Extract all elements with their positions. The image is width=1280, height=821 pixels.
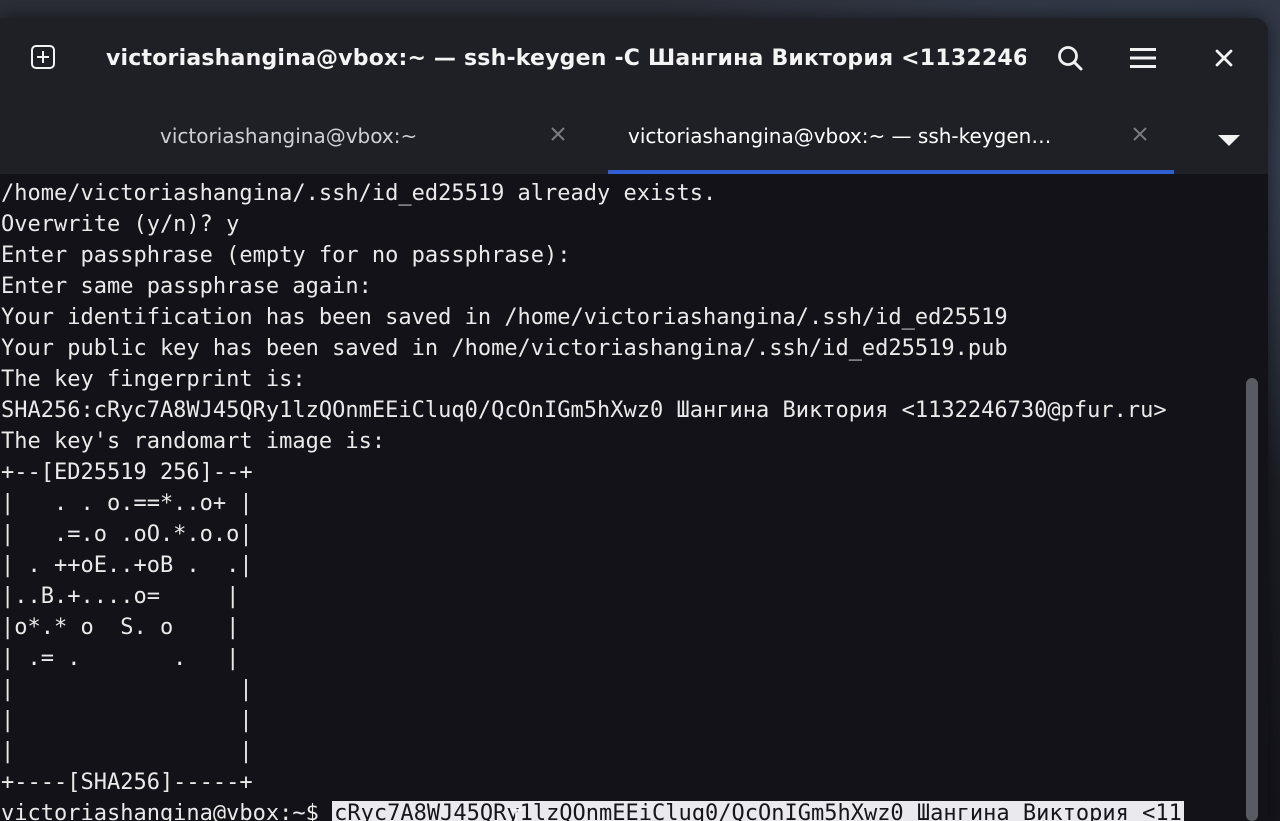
tab-close-button[interactable] (546, 122, 570, 146)
terminal-line: Overwrite (y/n)? y (1, 212, 240, 237)
tab-shell[interactable]: victoriashangina@vbox:~ (0, 104, 600, 174)
randomart-line: |o*.* o S. o | (1, 615, 240, 640)
close-icon (1215, 49, 1233, 67)
randomart-line: | | (1, 739, 253, 764)
terminal-output[interactable]: /home/victoriashangina/.ssh/id_ed25519 a… (0, 174, 1244, 821)
window-title: victoriashangina@vbox:~ — ssh-keygen -C … (106, 46, 1026, 71)
terminal-line: Your identification has been saved in /h… (1, 305, 1008, 330)
randomart-line: | . ++oE..+oB . .| (1, 553, 253, 578)
main-menu-button[interactable] (1125, 40, 1161, 76)
search-button[interactable] (1052, 40, 1088, 76)
new-tab-button[interactable] (28, 42, 58, 72)
terminal-window: victoriashangina@vbox:~ — ssh-keygen -C … (0, 18, 1268, 821)
randomart-line: | | (1, 708, 253, 733)
hamburger-menu-icon (1130, 48, 1156, 68)
tab-bar: victoriashangina@vbox:~ victoriashangina… (0, 104, 1268, 174)
randomart-line: | .= . . | (1, 646, 240, 671)
randomart-line: +--[ED25519 256]--+ (1, 460, 253, 485)
selected-text[interactable]: cRyc7A8WJ45QRy1lzQOnmEEiCluq0/QcOnIGm5hX… (332, 801, 1184, 821)
randomart-line: +----[SHA256]-----+ (1, 770, 253, 795)
terminal-line: Your public key has been saved in /home/… (1, 336, 1008, 361)
randomart-line: | .=.o .oO.*.o.o| (1, 522, 253, 547)
terminal-line: Enter passphrase (empty for no passphras… (1, 243, 571, 268)
terminal-line: The key's randomart image is: (1, 429, 386, 454)
terminal-line: SHA256:cRyc7A8WJ45QRy1lzQOnmEEiCluq0/QcO… (1, 398, 1167, 423)
close-icon (551, 127, 565, 141)
tab-label: victoriashangina@vbox:~ (160, 124, 418, 148)
prompt-line[interactable]: victoriashangina@vbox:~$ cRyc7A8WJ45QRy1… (1, 798, 1184, 821)
terminal-scrollbar[interactable] (1246, 378, 1258, 821)
tab-label: victoriashangina@vbox:~ — ssh-keygen… (628, 124, 1052, 148)
header-bar: victoriashangina@vbox:~ — ssh-keygen -C … (0, 18, 1268, 104)
shell-prompt: victoriashangina@vbox:~$ (1, 801, 333, 821)
chevron-down-icon (1218, 135, 1240, 146)
tab-close-button[interactable] (1128, 122, 1152, 146)
search-icon (1058, 46, 1083, 71)
tab-list-dropdown[interactable] (1214, 126, 1244, 156)
randomart-line: | . . o.==*..o+ | (1, 491, 253, 516)
terminal-line: The key fingerprint is: (1, 367, 306, 392)
text-cursor-icon (511, 809, 521, 821)
randomart-line: |..B.+....o= | (1, 584, 240, 609)
tab-ssh-keygen[interactable]: victoriashangina@vbox:~ — ssh-keygen… (608, 104, 1174, 174)
close-icon (1133, 127, 1147, 141)
terminal-line: /home/victoriashangina/.ssh/id_ed25519 a… (1, 181, 717, 206)
terminal-line: Enter same passphrase again: (1, 274, 372, 299)
randomart-line: | | (1, 677, 253, 702)
close-window-button[interactable] (1206, 40, 1242, 76)
new-tab-icon (31, 45, 55, 69)
